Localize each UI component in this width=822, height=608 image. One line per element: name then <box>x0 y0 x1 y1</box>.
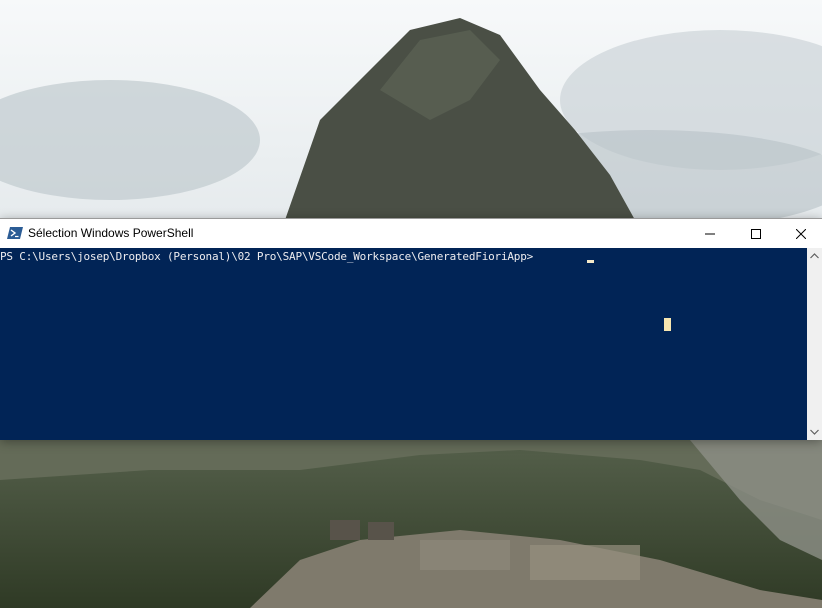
desktop: Sélection Windows PowerShell PS C:\Users… <box>0 0 822 608</box>
close-button[interactable] <box>778 219 822 248</box>
window-title: Sélection Windows PowerShell <box>28 226 194 240</box>
powershell-window[interactable]: Sélection Windows PowerShell PS C:\Users… <box>0 218 822 440</box>
console-area[interactable]: PS C:\Users\josep\Dropbox (Personal)\02 … <box>0 248 807 440</box>
powershell-icon <box>7 227 23 239</box>
minimize-icon <box>705 233 715 234</box>
selection-cursor <box>664 318 671 331</box>
text-cursor <box>587 260 594 263</box>
scroll-down-button[interactable] <box>807 424 822 440</box>
scroll-up-button[interactable] <box>807 248 822 264</box>
maximize-icon <box>751 228 761 239</box>
chevron-down-icon <box>810 429 819 435</box>
chevron-up-icon <box>810 253 819 259</box>
minimize-button[interactable] <box>687 219 733 248</box>
vertical-scrollbar[interactable] <box>807 248 822 440</box>
title-bar[interactable]: Sélection Windows PowerShell <box>0 218 822 248</box>
maximize-button[interactable] <box>733 219 779 248</box>
close-icon <box>796 228 806 239</box>
console-prompt: PS C:\Users\josep\Dropbox (Personal)\02 … <box>0 250 540 263</box>
